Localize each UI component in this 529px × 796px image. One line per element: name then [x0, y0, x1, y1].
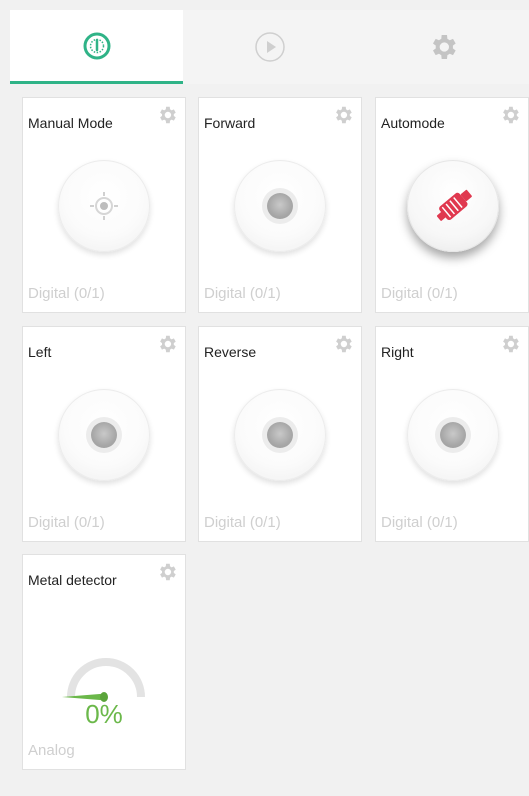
button-indicator-dot — [267, 193, 293, 219]
widget-title: Reverse — [204, 344, 257, 360]
automode-toggle[interactable] — [407, 160, 499, 252]
widget-settings-gear-icon[interactable] — [156, 333, 178, 355]
widget-manual-mode: Manual Mode Digital (0/1) — [22, 97, 186, 313]
widget-type-label: Digital (0/1) — [381, 285, 458, 302]
widget-type-label: Digital (0/1) — [28, 514, 105, 531]
widget-settings-gear-icon[interactable] — [156, 104, 178, 126]
widget-right: Right Digital (0/1) — [375, 326, 529, 542]
widget-reverse: Reverse Digital (0/1) — [198, 326, 362, 542]
widget-automode: Automode Digital (0/1) — [375, 97, 529, 313]
widget-settings-gear-icon[interactable] — [332, 333, 354, 355]
widget-type-label: Digital (0/1) — [28, 285, 105, 302]
analog-gauge — [62, 658, 145, 702]
settings-gear-icon — [432, 35, 456, 59]
widget-type-label: Digital (0/1) — [204, 285, 281, 302]
widget-type-label: Analog — [28, 742, 75, 759]
tab-bar — [10, 10, 529, 84]
robot-arm-icon — [436, 189, 472, 221]
button-indicator-dot — [267, 422, 293, 448]
widget-type-label: Digital (0/1) — [204, 514, 281, 531]
forward-button[interactable] — [234, 160, 326, 252]
widget-title: Automode — [381, 115, 445, 131]
widget-settings-gear-icon[interactable] — [156, 561, 178, 583]
gauge-arc — [67, 658, 145, 698]
left-button[interactable] — [58, 389, 150, 481]
widget-title: Forward — [204, 115, 256, 131]
reverse-button[interactable] — [234, 389, 326, 481]
play-icon — [254, 32, 285, 62]
widget-title: Left — [28, 344, 52, 360]
widget-forward: Forward Digital (0/1) — [198, 97, 362, 313]
gauge-value: 0% — [85, 699, 123, 729]
button-indicator-dot — [440, 422, 466, 448]
button-indicator-dot — [91, 422, 117, 448]
right-button[interactable] — [407, 389, 499, 481]
manual-mode-toggle[interactable] — [58, 160, 150, 252]
widget-title: Metal detector — [28, 572, 117, 588]
tab-dashboard[interactable] — [10, 10, 183, 84]
widget-type-label: Digital (0/1) — [381, 514, 458, 531]
widget-settings-gear-icon[interactable] — [499, 333, 521, 355]
widget-settings-gear-icon[interactable] — [332, 104, 354, 126]
widget-metal-detector: Metal detector 0% Analog — [22, 554, 186, 770]
dashboard-gauge-icon — [83, 32, 110, 59]
tab-settings[interactable] — [356, 10, 529, 84]
crosshair-icon — [90, 192, 118, 220]
widget-left: Left Digital (0/1) — [22, 326, 186, 542]
widget-title: Right — [381, 344, 414, 360]
widget-title: Manual Mode — [28, 115, 113, 131]
tab-play[interactable] — [183, 10, 356, 84]
widget-settings-gear-icon[interactable] — [499, 104, 521, 126]
